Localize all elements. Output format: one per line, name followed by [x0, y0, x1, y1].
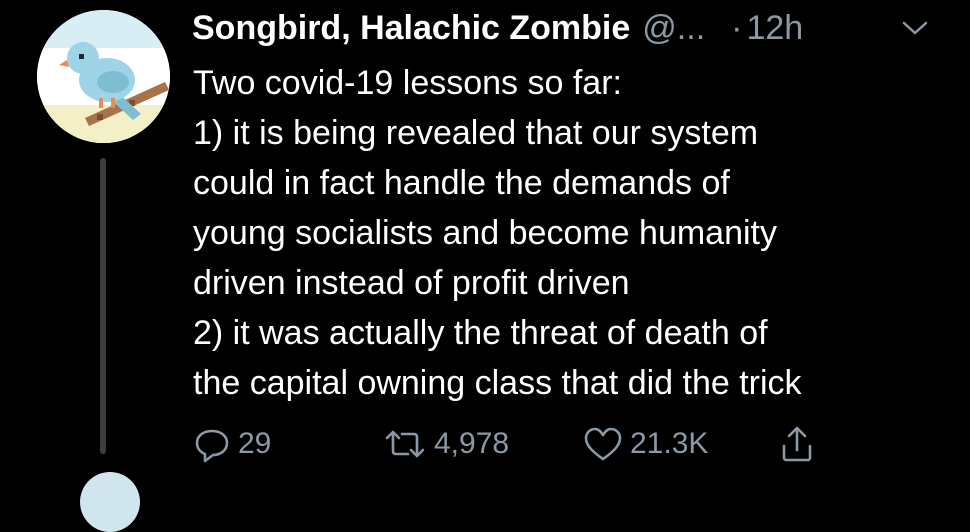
tweet-text-line: young socialists and become humanity: [193, 214, 777, 252]
tweet-text-line: the capital owning class that did the tr…: [193, 364, 802, 402]
reply-icon: [195, 429, 229, 463]
tweet[interactable]: Songbird, Halachic Zombie @... · 12h Two…: [0, 0, 970, 532]
display-name[interactable]: Songbird, Halachic Zombie: [192, 9, 630, 48]
timestamp[interactable]: 12h: [746, 9, 803, 48]
share-icon: [782, 426, 812, 462]
tweet-text-line: 2) it was actually the threat of death o…: [193, 314, 768, 352]
tweet-text-line: 1) it is being revealed that our system: [193, 114, 759, 152]
next-tweet-avatar[interactable]: [80, 472, 140, 532]
like-button[interactable]: 21.3K: [582, 420, 708, 468]
heart-icon: [584, 427, 622, 461]
tweet-text: Two covid-19 lessons so far: 1) it is be…: [193, 58, 953, 408]
reply-count: 29: [238, 427, 272, 460]
tweet-actions: 29 4,978 21.3K: [192, 420, 952, 468]
tweet-text-line: driven instead of profit driven: [193, 264, 630, 302]
chevron-down-icon: [902, 21, 928, 35]
like-count: 21.3K: [630, 427, 709, 460]
reply-button[interactable]: 29: [192, 420, 271, 468]
thread-line: [100, 158, 106, 454]
tweet-header: Songbird, Halachic Zombie @... · 12h: [192, 4, 803, 52]
tweet-text-line: Two covid-19 lessons so far:: [193, 64, 622, 102]
share-button[interactable]: [777, 420, 817, 468]
avatar[interactable]: [37, 10, 170, 143]
retweet-count: 4,978: [434, 427, 510, 460]
separator-dot: ·: [731, 8, 743, 47]
handle[interactable]: @...: [642, 9, 705, 48]
more-options-button[interactable]: [900, 18, 930, 38]
retweet-button[interactable]: 4,978: [382, 420, 509, 468]
retweet-icon: [385, 430, 425, 458]
pixel-bluebird-avatar-icon: [37, 10, 170, 143]
tweet-text-line: could in fact handle the demands of: [193, 164, 730, 202]
